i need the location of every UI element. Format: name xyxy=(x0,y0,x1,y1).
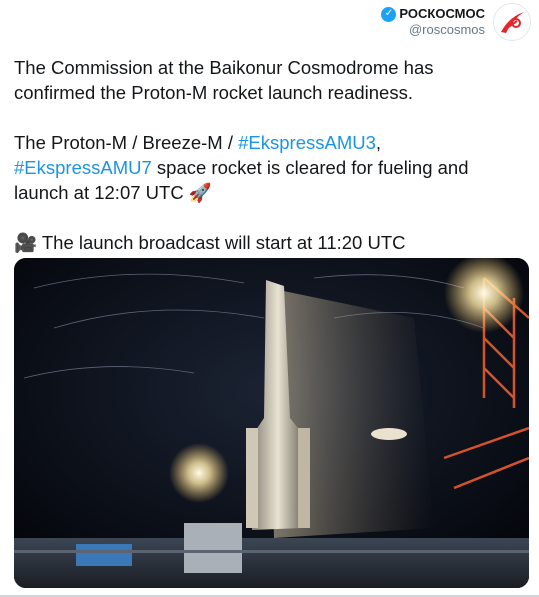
author-name-row[interactable]: ✓ РОСКОСМОС xyxy=(381,6,485,22)
tweet-photo[interactable] xyxy=(14,258,529,588)
paragraph-launch: The Proton-M / Breeze-M / #EkspressAMU3,… xyxy=(14,130,529,205)
camera-emoji-icon: 🎥 xyxy=(14,232,38,253)
text-segment: space rocket is cleared for fueling and xyxy=(151,157,469,178)
text-line: confirmed the Proton-M rocket launch rea… xyxy=(14,82,413,103)
hashtag-ekspressamu3-link[interactable]: #EkspressAMU3 xyxy=(238,132,376,153)
tweet-header: ✓ РОСКОСМОС @roscosmos xyxy=(381,0,531,44)
hashtag-ekspressamu7-link[interactable]: #EkspressAMU7 xyxy=(14,157,152,178)
author-block[interactable]: ✓ РОСКОСМОС @roscosmos xyxy=(381,6,485,37)
tweet-text: The Commission at the Baikonur Cosmodrom… xyxy=(14,55,529,280)
text-line: The Proton-M / Breeze-M / #EkspressAMU3, xyxy=(14,130,529,155)
author-name[interactable]: РОСКОСМОС xyxy=(399,6,485,22)
verified-badge-icon: ✓ xyxy=(381,6,397,22)
text-segment: The launch broadcast will start at 11:20… xyxy=(37,232,406,253)
rocket-launchpad-photo xyxy=(14,258,529,588)
roscosmos-logo-icon[interactable] xyxy=(493,3,531,41)
text-line: #EkspressAMU7 space rocket is cleared fo… xyxy=(14,155,529,180)
paragraph-commission: The Commission at the Baikonur Cosmodrom… xyxy=(14,55,529,105)
text-segment: launch at 12:07 UTC xyxy=(14,182,189,203)
author-handle[interactable]: @roscosmos xyxy=(381,22,485,38)
paragraph-broadcast: 🎥 The launch broadcast will start at 11:… xyxy=(14,230,529,255)
rocket-emoji-icon: 🚀 xyxy=(188,182,212,203)
text-segment: , xyxy=(375,132,382,153)
text-line: 🎥 The launch broadcast will start at 11:… xyxy=(14,230,529,255)
text-line: launch at 12:07 UTC 🚀 xyxy=(14,180,529,205)
text-line: The Commission at the Baikonur Cosmodrom… xyxy=(14,57,434,78)
text-segment: The Proton-M / Breeze-M / xyxy=(14,132,239,153)
